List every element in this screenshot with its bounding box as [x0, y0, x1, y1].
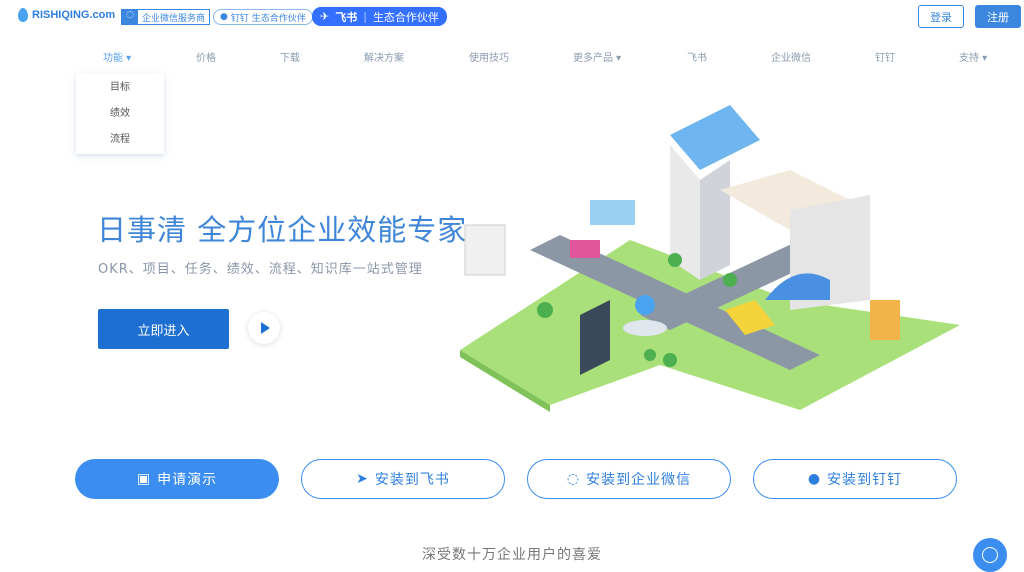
main-nav: 功能 ▾ 价格 下载 解决方案 使用技巧 更多产品 ▾ 飞书 企业微信 钉钉 支… — [0, 49, 1024, 65]
dropdown-item-goals[interactable]: 目标 — [76, 74, 164, 100]
badge-brand: 飞书 — [335, 10, 358, 24]
badge-text: 钉钉 生态合作伙伴 — [230, 13, 306, 24]
hero-subtitle: OKR、项目、任务、绩效、流程、知识库一站式管理 — [98, 262, 423, 277]
install-wecom-button[interactable]: ◌ 安装到企业微信 — [527, 459, 731, 499]
nav-features[interactable]: 功能 ▾ — [103, 49, 131, 64]
badge-text: 企业微信服务商 — [142, 13, 206, 24]
dingtalk-partner-badge[interactable]: ● 钉钉 生态合作伙伴 — [213, 9, 313, 25]
button-label: 申请演示 — [157, 472, 218, 488]
dingtalk-icon: ● — [807, 471, 822, 487]
nav-feishu[interactable]: 飞书 — [687, 49, 707, 64]
wecom-partner-badge[interactable]: ◌ 企业微信服务商 — [121, 9, 211, 25]
dropdown-item-process[interactable]: 流程 — [76, 126, 164, 152]
button-label: 安装到钉钉 — [827, 472, 903, 488]
install-feishu-button[interactable]: ➤ 安装到飞书 — [301, 459, 505, 499]
nav-dingtalk[interactable]: 钉钉 — [875, 49, 895, 64]
nav-solutions[interactable]: 解决方案 — [364, 49, 404, 64]
login-button[interactable]: 登录 — [918, 5, 964, 28]
button-label: 安装到飞书 — [374, 472, 450, 488]
demo-icon: ▣ — [136, 471, 152, 487]
enter-button[interactable]: 立即进入 — [98, 309, 229, 349]
install-dingtalk-button[interactable]: ● 安装到钉钉 — [753, 459, 957, 499]
wecom-icon: ◌ — [566, 471, 581, 487]
building — [670, 105, 760, 170]
feishu-partner-badge[interactable]: ✈ 飞书 | 生态合作伙伴 — [312, 7, 447, 26]
dropdown-item-performance[interactable]: 绩效 — [76, 100, 164, 126]
top-bar: RISHIQING.com ◌ 企业微信服务商 ● 钉钉 生态合作伙伴 ✈ 飞书 | 生态… — [0, 0, 1024, 36]
wecom-icon: ◌ — [122, 10, 138, 24]
hero-title: 日事清 全方位企业效能专家 — [97, 213, 468, 247]
nav-pricing[interactable]: 价格 — [196, 49, 216, 64]
nav-wecom[interactable]: 企业微信 — [771, 49, 811, 64]
badge-text: 生态合作伙伴 — [372, 10, 439, 24]
logo[interactable]: RISHIQING.com — [18, 8, 115, 22]
logo-text: RISHIQING.com — [32, 9, 116, 21]
feishu-icon: ➤ — [356, 471, 369, 487]
play-video-button[interactable] — [248, 312, 280, 344]
request-demo-button[interactable]: ▣ 申请演示 — [75, 459, 279, 499]
customers-heading: 深受数十万企业用户的喜爱 — [422, 547, 602, 563]
register-button[interactable]: 注册 — [975, 5, 1021, 28]
features-dropdown: 目标 绩效 流程 — [76, 74, 164, 154]
feishu-icon: ✈ — [320, 10, 330, 23]
dingtalk-icon: ● — [220, 12, 228, 22]
chat-icon — [982, 547, 998, 563]
button-label: 安装到企业微信 — [586, 472, 692, 488]
hero-illustration — [460, 105, 960, 412]
nav-more-products[interactable]: 更多产品 ▾ — [573, 49, 621, 64]
nav-download[interactable]: 下载 — [280, 49, 300, 64]
play-icon — [260, 322, 270, 334]
nav-support[interactable]: 支持 ▾ — [959, 49, 987, 64]
nav-tips[interactable]: 使用技巧 — [469, 49, 509, 64]
location-pin-icon — [18, 8, 28, 22]
